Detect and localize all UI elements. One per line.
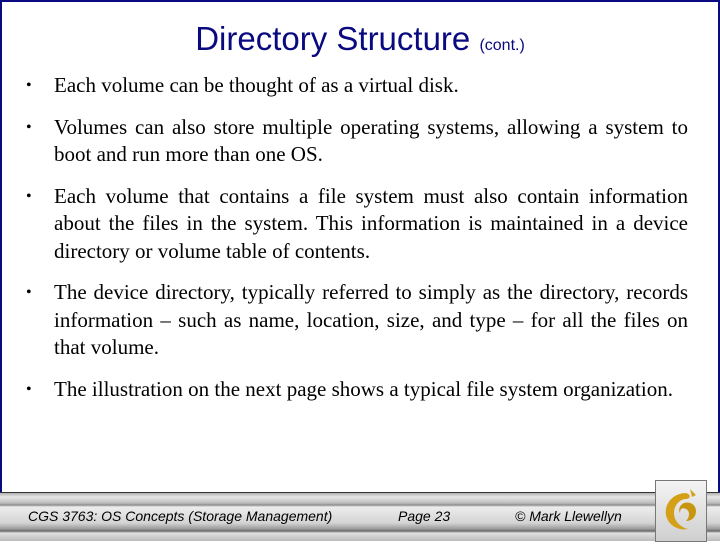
bullet-text: Each volume that contains a file system … bbox=[54, 183, 688, 263]
bullet-text: The illustration on the next page shows … bbox=[54, 376, 673, 401]
bullet-list: • Each volume can be thought of as a virt… bbox=[26, 72, 688, 417]
slide-title: Directory Structure (cont.) bbox=[2, 20, 718, 58]
bullet-item: • Volumes can also store multiple operati… bbox=[26, 114, 688, 169]
bullet-icon: • bbox=[26, 77, 32, 94]
bullet-text: Volumes can also store multiple operatin… bbox=[54, 114, 688, 167]
footer-course: CGS 3763: OS Concepts (Storage Managemen… bbox=[28, 508, 333, 524]
bullet-item: • The device directory, typically referre… bbox=[26, 279, 688, 362]
bullet-item: • Each volume can be thought of as a virt… bbox=[26, 72, 688, 100]
slide-footer: CGS 3763: OS Concepts (Storage Managemen… bbox=[0, 492, 720, 541]
slide-frame: Directory Structure (cont.) • Each volume… bbox=[0, 0, 720, 492]
footer-author: © Mark Llewellyn bbox=[515, 508, 622, 524]
bullet-item: • The illustration on the next page shows… bbox=[26, 376, 688, 404]
title-text: Directory Structure bbox=[195, 20, 471, 57]
bullet-icon: • bbox=[26, 284, 32, 301]
bullet-icon: • bbox=[26, 187, 32, 205]
footer-page: Page 23 bbox=[398, 508, 451, 524]
bullet-text: The device directory, typically referred… bbox=[54, 280, 688, 359]
bullet-text: Each volume can be thought of as a virtu… bbox=[54, 73, 459, 97]
bullet-item: • Each volume that contains a file system… bbox=[26, 183, 688, 266]
bullet-icon: • bbox=[26, 380, 32, 398]
title-suffix: (cont.) bbox=[479, 37, 525, 54]
bullet-icon: • bbox=[26, 118, 32, 136]
pegasus-logo-icon bbox=[665, 489, 696, 530]
ucf-logo bbox=[655, 480, 707, 542]
